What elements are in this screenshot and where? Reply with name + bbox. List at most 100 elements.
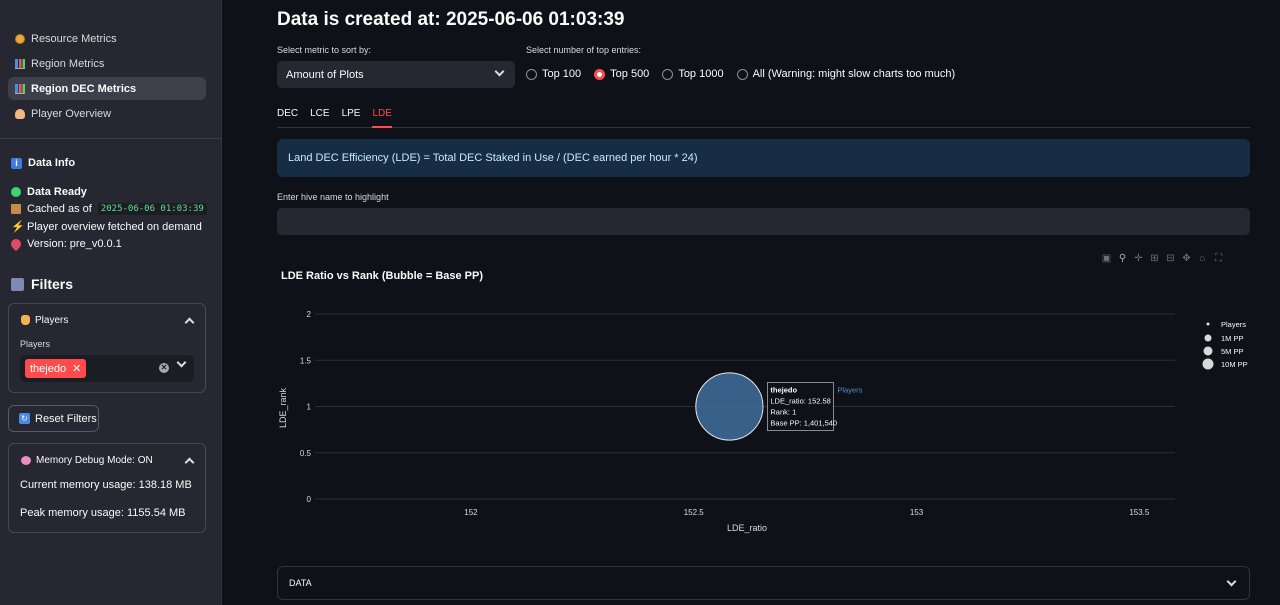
lde-info-text: Land DEC Efficiency (LDE) = Total DEC St…	[288, 152, 698, 164]
pushpin-icon	[8, 236, 24, 252]
fullscreen-icon[interactable]: ⛶	[1213, 253, 1224, 264]
players-field-label: Players	[20, 339, 51, 349]
chart-legend: Players 1M PP 5M PP 10M PP	[1202, 320, 1248, 370]
legend-title: Players	[1221, 320, 1246, 329]
tooltip-line: LDE_ratio: 152.58	[770, 397, 830, 406]
chevron-down-icon	[494, 66, 505, 77]
data-status: Data Ready	[11, 186, 87, 198]
metric-tabs: DEC LCE LPE LDE	[277, 107, 1250, 128]
memory-expander-title: Memory Debug Mode: ON	[36, 454, 153, 466]
x-axis-title: LDE_ratio	[727, 523, 767, 533]
chevron-down-icon	[1226, 576, 1237, 586]
memory-debug-card: Memory Debug Mode: ON Current memory usa…	[8, 443, 206, 533]
y-tick-label: 2	[307, 310, 312, 319]
tag-label: thejedo	[30, 362, 67, 375]
pan-icon[interactable]: ✛	[1133, 253, 1144, 264]
sort-metric-value: Amount of Plots	[286, 68, 364, 81]
tooltip-title: thejedo	[770, 386, 797, 395]
page-title: Data is created at: 2025-06-06 01:03:39	[277, 9, 625, 30]
legend-label: 1M PP	[1221, 334, 1244, 343]
nav-label: Resource Metrics	[31, 32, 117, 45]
clear-all-icon[interactable]: ✕	[159, 363, 169, 373]
y-axis-ticks: 0 0.5 1 1.5 2	[300, 310, 312, 504]
tag-remove-icon[interactable]: ✕	[72, 362, 81, 375]
zoom-in-icon[interactable]: ⊞	[1149, 253, 1160, 264]
fetch-note: ⚡ Player overview fetched on demand	[11, 221, 202, 233]
radio-top-500[interactable]: Top 500	[594, 68, 649, 80]
nav-label: Player Overview	[31, 107, 112, 120]
data-expander[interactable]: DATA	[277, 566, 1250, 600]
radio-circle-selected	[594, 68, 606, 80]
chevron-up-icon	[184, 317, 195, 327]
current-memory-text: Current memory usage: 138.18 MB	[20, 479, 192, 491]
sort-metric-select[interactable]: Amount of Plots	[277, 61, 515, 88]
legend-label: 10M PP	[1221, 360, 1248, 369]
cached-timestamp: 2025-06-06 01:03:39	[97, 203, 207, 215]
bar-chart-icon	[15, 58, 25, 69]
hand-icon	[21, 315, 30, 325]
tab-lce[interactable]: LCE	[310, 107, 329, 127]
chart-title: LDE Ratio vs Rank (Bubble = Base PP)	[281, 270, 484, 282]
players-filter-card: Players Players thejedo ✕ ✕	[8, 303, 206, 393]
camera-icon[interactable]: ▣	[1101, 253, 1112, 264]
radio-label: Top 100	[542, 68, 582, 80]
version-text: Version: pre_v0.0.1	[27, 238, 122, 250]
sidebar: Resource Metrics Region Metrics Region D…	[0, 0, 222, 605]
zoom-icon[interactable]: ⚲	[1117, 253, 1128, 264]
nav-item-resource-metrics[interactable]: Resource Metrics	[8, 27, 206, 50]
reset-filters-button[interactable]: ↻ Reset Filters	[8, 405, 99, 432]
lightning-icon: ⚡	[11, 221, 25, 233]
home-icon[interactable]: ⌂	[1197, 253, 1208, 264]
refresh-icon: ↻	[19, 413, 30, 424]
data-status-text: Data Ready	[27, 186, 87, 198]
y-axis-title: LDE_rank	[278, 387, 288, 428]
memory-expander-header[interactable]: Memory Debug Mode: ON	[9, 444, 205, 476]
autoscale-icon[interactable]: ✥	[1181, 253, 1192, 264]
radio-all[interactable]: All (Warning: might slow charts too much…	[736, 68, 955, 80]
radio-label: Top 1000	[678, 68, 724, 80]
nav-item-region-metrics[interactable]: Region Metrics	[8, 52, 206, 75]
x-tick-label: 152.5	[684, 508, 705, 517]
green-circle-icon	[11, 187, 21, 197]
x-tick-label: 153.5	[1129, 508, 1150, 517]
data-info-title: Data Info	[28, 157, 76, 169]
tooltip-series: Players	[837, 386, 862, 395]
x-axis-ticks: 152 152.5 153 153.5	[464, 508, 1150, 517]
tooltip-line: Base PP: 1,401,540	[770, 419, 837, 428]
selected-player-tag[interactable]: thejedo ✕	[25, 359, 87, 378]
chart-modebar: ▣ ⚲ ✛ ⊞ ⊟ ✥ ⌂ ⛶	[1101, 253, 1224, 264]
version-line: Version: pre_v0.0.1	[8, 236, 122, 252]
sidebar-nav: Resource Metrics Region Metrics Region D…	[8, 27, 206, 127]
y-tick-label: 1.5	[300, 356, 312, 365]
highlight-label: Enter hive name to highlight	[277, 192, 389, 202]
players-expander-title: Players	[35, 314, 69, 326]
legend-marker	[1206, 322, 1210, 326]
zoom-out-icon[interactable]: ⊟	[1165, 253, 1176, 264]
highlight-hive-input[interactable]	[277, 208, 1250, 235]
sort-metric-label: Select metric to sort by:	[277, 45, 372, 55]
tooltip-line: Rank: 1	[770, 408, 796, 417]
players-multiselect[interactable]: thejedo ✕ ✕	[20, 355, 194, 382]
legend-marker	[1204, 334, 1212, 342]
radio-label: Top 500	[610, 68, 650, 80]
legend-label: 5M PP	[1221, 347, 1244, 356]
tab-lde[interactable]: LDE	[372, 107, 392, 128]
y-tick-label: 1	[307, 403, 312, 412]
cached-line: Cached as of 2025-06-06 01:03:39	[11, 203, 207, 215]
tab-dec[interactable]: DEC	[277, 107, 298, 127]
nav-item-player-overview[interactable]: Player Overview	[8, 102, 206, 125]
radio-top-100[interactable]: Top 100	[526, 68, 581, 80]
radio-top-1000[interactable]: Top 1000	[662, 68, 724, 80]
filters-title: Filters	[31, 276, 74, 292]
lde-info-box: Land DEC Efficiency (LDE) = Total DEC St…	[277, 139, 1250, 177]
radio-circle	[662, 68, 674, 80]
tab-lpe[interactable]: LPE	[342, 107, 361, 127]
players-expander-header[interactable]: Players	[9, 304, 205, 336]
package-icon	[11, 204, 21, 214]
person-icon	[15, 108, 25, 119]
y-tick-label: 0	[307, 495, 312, 504]
chevron-down-icon[interactable]	[176, 357, 187, 368]
nav-item-region-dec-metrics[interactable]: Region DEC Metrics	[8, 77, 206, 100]
sidebar-divider	[0, 138, 222, 139]
data-expander-label: DATA	[289, 578, 312, 588]
